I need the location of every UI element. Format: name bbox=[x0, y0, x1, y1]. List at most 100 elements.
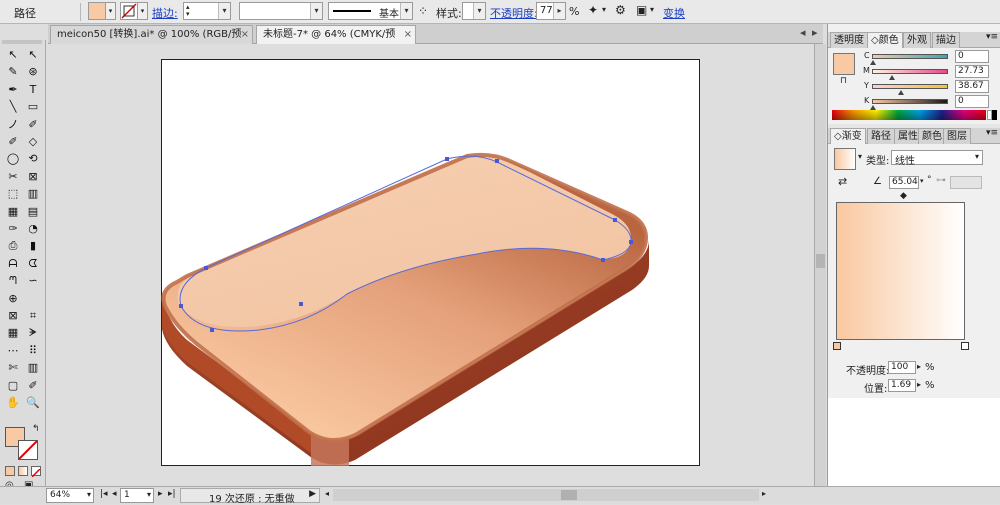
free-transform-tool-icon[interactable]: ⊠ bbox=[24, 169, 42, 184]
align-icon[interactable]: ⁘ bbox=[418, 4, 428, 18]
tool-20-0-tool-icon[interactable]: ✋ bbox=[4, 395, 22, 410]
angle-dropdown-icon[interactable]: ▾ bbox=[920, 177, 924, 185]
stroke-weight-field[interactable]: ▴ ▾ ▾ bbox=[183, 2, 231, 20]
close-icon[interactable]: × bbox=[404, 26, 412, 44]
type-tool-icon[interactable]: T bbox=[24, 82, 42, 97]
perspective-tool-icon[interactable]: ▥ bbox=[24, 186, 42, 201]
stroke-tool-icon[interactable]: ᘉ bbox=[4, 273, 22, 288]
brush-definition[interactable]: 基本 ▾ bbox=[328, 2, 413, 20]
y-slider[interactable] bbox=[872, 84, 948, 89]
gradient-type-select[interactable]: 线性 ▾ bbox=[891, 150, 983, 167]
reshape-tool-icon[interactable]: ᗧ bbox=[24, 256, 42, 271]
close-icon[interactable]: ▸ bbox=[812, 24, 818, 42]
chevron-down-icon[interactable]: ▾ bbox=[858, 152, 862, 161]
scroll-left-icon[interactable]: ◂ bbox=[325, 489, 329, 498]
fill-swatch[interactable] bbox=[88, 2, 106, 20]
tab-gradient[interactable]: ◇渐变 bbox=[830, 128, 866, 144]
midpoint-diamond-icon[interactable]: ◆ bbox=[900, 191, 907, 201]
mesh-tool-icon[interactable]: ▦ bbox=[4, 204, 22, 219]
hand-tool-icon[interactable]: ▢ bbox=[4, 378, 22, 393]
opacity-field[interactable]: 77 ▸ bbox=[536, 2, 566, 20]
tab-transparency[interactable]: 透明度 bbox=[830, 32, 868, 48]
pencil-tool-icon[interactable]: ✐ bbox=[24, 117, 42, 132]
tab-stroke[interactable]: 描边 bbox=[932, 32, 960, 48]
scroll-thumb[interactable] bbox=[561, 490, 577, 500]
stop-opacity-field[interactable]: 100 bbox=[888, 361, 916, 374]
fill-swatch-large[interactable] bbox=[833, 53, 855, 75]
out-of-gamut-icon[interactable]: ⊓ bbox=[840, 76, 847, 86]
chevron-down-icon[interactable]: ▾ bbox=[602, 5, 606, 14]
next-page-icon[interactable]: ▸ bbox=[158, 489, 163, 499]
panel-menu-icon[interactable]: ▾≡ bbox=[986, 128, 998, 138]
aspect-field[interactable] bbox=[950, 176, 982, 189]
variable-width-profile[interactable]: ▾ bbox=[239, 2, 323, 20]
chevron-right-icon[interactable]: ▸ bbox=[917, 380, 921, 389]
direct-selection-tool-icon[interactable]: ↖ bbox=[24, 47, 42, 62]
graph-tool-icon[interactable]: ▦ bbox=[4, 325, 22, 340]
vertical-scrollbar[interactable] bbox=[814, 44, 826, 486]
y-slider-handle[interactable] bbox=[898, 90, 904, 95]
rotate-tool-icon[interactable]: ◯ bbox=[4, 151, 22, 166]
blend-tool-icon[interactable]: ◔ bbox=[24, 221, 42, 236]
chevron-down-icon[interactable]: ▾ bbox=[650, 5, 654, 14]
rectangle-tool-icon[interactable]: ▭ bbox=[24, 99, 42, 114]
curve-tool-icon[interactable]: ∽ bbox=[24, 273, 42, 288]
rect-frame-tool-icon[interactable]: ✄ bbox=[4, 360, 22, 375]
status-info[interactable]: 19 次还原 : 无重做 ▶ bbox=[180, 488, 320, 505]
m-slider-handle[interactable] bbox=[889, 75, 895, 80]
gradient-mode-button[interactable] bbox=[18, 466, 28, 476]
scroll-right-icon[interactable]: ▸ bbox=[762, 489, 766, 498]
recolor-icon[interactable]: ✦ bbox=[588, 3, 598, 17]
zoom-field[interactable]: 64% ▾ bbox=[46, 488, 94, 503]
restore-icon[interactable]: ◂ bbox=[800, 24, 806, 42]
angle-field[interactable]: 65.04 bbox=[889, 176, 919, 189]
stop-location-field[interactable]: 1.69 bbox=[888, 379, 916, 392]
c-slider-handle[interactable] bbox=[870, 60, 876, 65]
eraser-tool-icon[interactable]: ◇ bbox=[24, 134, 42, 149]
tab-untitled-7[interactable]: 未标题-7* @ 64% (CMYK/预览) × bbox=[256, 25, 416, 58]
reverse-gradient-icon[interactable]: ⇄ bbox=[838, 175, 847, 188]
eyedropper-tool-icon[interactable]: ✑ bbox=[4, 221, 22, 236]
scroll-thumb[interactable] bbox=[816, 254, 825, 268]
transform-link[interactable]: 变换 bbox=[663, 5, 685, 21]
aspect-icon[interactable]: ⊶ bbox=[936, 175, 946, 186]
stroke-none-swatch[interactable] bbox=[120, 2, 138, 20]
end-color-stop[interactable] bbox=[961, 342, 969, 350]
scale-tool-icon[interactable]: ⟲ bbox=[24, 151, 42, 166]
tab-layers[interactable]: 图层 bbox=[943, 128, 971, 144]
close-icon[interactable]: × bbox=[241, 26, 249, 44]
gradient-preview-swatch[interactable] bbox=[834, 148, 856, 170]
width-tool-icon[interactable]: ᗩ bbox=[4, 256, 22, 271]
isolate-icon[interactable]: ▣ bbox=[636, 3, 647, 17]
c-value-field[interactable]: 0 bbox=[955, 50, 989, 63]
canvas-area[interactable] bbox=[47, 44, 814, 486]
opacity-link[interactable]: 不透明度: bbox=[490, 5, 538, 21]
swap-icon[interactable]: ↰ bbox=[32, 424, 40, 434]
k-slider[interactable] bbox=[872, 99, 948, 104]
page-field[interactable]: 1 ▾ bbox=[120, 488, 154, 503]
prev-page-icon[interactable]: ◂ bbox=[112, 489, 117, 499]
none-mode-button[interactable] bbox=[31, 466, 41, 478]
m-slider[interactable] bbox=[872, 69, 948, 74]
last-page-icon[interactable]: ▸| bbox=[168, 489, 176, 499]
knife-tool-icon[interactable]: ⠿ bbox=[24, 343, 42, 358]
pencil-2-tool-icon[interactable]: ▥ bbox=[24, 360, 42, 375]
tab-color-guide[interactable]: 颜色 bbox=[918, 128, 946, 144]
column-graph-tool-icon[interactable]: ▮ bbox=[24, 238, 42, 253]
y-value-field[interactable]: 38.67 bbox=[955, 80, 989, 93]
zoom-tool-icon[interactable]: ✐ bbox=[24, 378, 42, 393]
tab-color[interactable]: ◇颜色 bbox=[867, 32, 903, 48]
crop-tool-icon[interactable]: ⌗ bbox=[24, 308, 42, 323]
shape-builder-tool-icon[interactable]: ⬚ bbox=[4, 186, 22, 201]
spray-tool-icon[interactable]: ᗚ bbox=[24, 325, 42, 340]
pen-tool-icon[interactable]: ✒ bbox=[4, 82, 22, 97]
gradient-tool-icon[interactable]: ▤ bbox=[24, 204, 42, 219]
k-value-field[interactable]: 0 bbox=[955, 95, 989, 108]
symbol-sprayer-tool-icon[interactable]: ⎙ bbox=[4, 238, 22, 253]
tab-meicon50[interactable]: meicon50 [转换].ai* @ 100% (RGB/预览) × bbox=[50, 25, 253, 58]
stroke-dropdown[interactable]: ▾ bbox=[138, 2, 148, 20]
artboard-tool-icon[interactable]: ⊕ bbox=[4, 291, 22, 306]
gear-icon[interactable]: ⚙ bbox=[615, 3, 626, 17]
selection-tool-icon[interactable]: ↖ bbox=[4, 47, 22, 62]
tab-appearance[interactable]: 外观 bbox=[903, 32, 931, 48]
